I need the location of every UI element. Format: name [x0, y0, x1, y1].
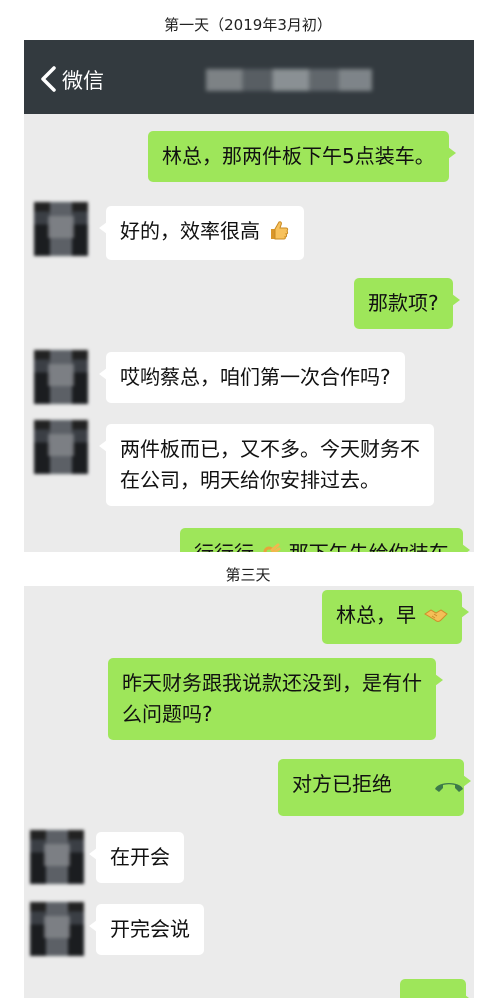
message-text: 在开会 [110, 845, 170, 869]
call-status-text: 对方已拒绝 [292, 772, 392, 796]
message-bubble[interactable]: 昨天财务跟我说款还没到，是有什 么问题吗? [108, 658, 443, 740]
message-bubble[interactable]: 开完会说 [89, 904, 204, 955]
call-declined-icon [432, 773, 466, 806]
message-bubble[interactable]: 林总，早 [322, 590, 470, 644]
message-bubble[interactable]: 两件板而已，又不多。今天财务不 在公司，明天给你安排过去。 [99, 424, 434, 506]
chat-screenshot-day1: 微信 林总，那两件板下午5点装车。 好的，效率很高 那款项? 哎哟蔡总，咱们第一… [24, 40, 474, 552]
message-bubble[interactable]: 那款项? [354, 278, 460, 329]
message-bubble-partial[interactable]: 行行行 那下午先给你装车 [180, 528, 470, 552]
message-bubble[interactable]: 好的，效率很高 [98, 206, 305, 260]
message-bubble[interactable]: 林总，那两件板下午5点装车。 [148, 131, 456, 182]
message-text-line-1: 昨天财务跟我说款还没到，是有什 [122, 671, 422, 695]
chat-screenshot-day3: 林总，早 昨天财务跟我说款还没到，是有什 么问题吗? 对方已拒绝 在开会 开完会… [24, 586, 474, 998]
avatar[interactable] [34, 202, 88, 256]
message-text: 林总，那两件板下午5点装车。 [162, 144, 435, 168]
message-text: 哎哟蔡总，咱们第一次合作吗? [120, 365, 391, 389]
chat-header: 微信 [24, 40, 474, 114]
message-text-line-2: 在公司，明天给你安排过去。 [120, 468, 380, 492]
avatar[interactable] [30, 902, 84, 956]
message-text-line-1: 两件板而已，又不多。今天财务不 [120, 437, 420, 461]
message-text: 好的，效率很高 [120, 219, 260, 243]
message-text: 那款项? [368, 291, 439, 315]
message-text: 行行行 [194, 541, 254, 552]
message-text: 林总，早 [336, 603, 416, 627]
caption-day1: 第一天（2019年3月初） [164, 16, 332, 34]
message-bubble[interactable]: 哎哟蔡总，咱们第一次合作吗? [99, 352, 405, 403]
avatar[interactable] [34, 420, 88, 474]
message-bubble[interactable]: 在开会 [89, 832, 184, 883]
thumbs-up-icon [268, 219, 290, 250]
message-text-line-2: 么问题吗? [122, 702, 213, 726]
contact-name-blurred [206, 69, 372, 91]
handshake-icon [424, 603, 449, 634]
back-label[interactable]: 微信 [62, 65, 104, 95]
call-record-bubble[interactable]: 对方已拒绝 [278, 759, 471, 816]
message-text: 开完会说 [110, 917, 190, 941]
ok-hand-icon [262, 541, 282, 552]
avatar[interactable] [30, 830, 84, 884]
message-bubble-partial[interactable] [400, 979, 473, 998]
message-text-continued: 那下午先给你装车 [289, 541, 449, 552]
avatar[interactable] [34, 350, 88, 404]
caption-day3: 第三天 [225, 566, 271, 584]
